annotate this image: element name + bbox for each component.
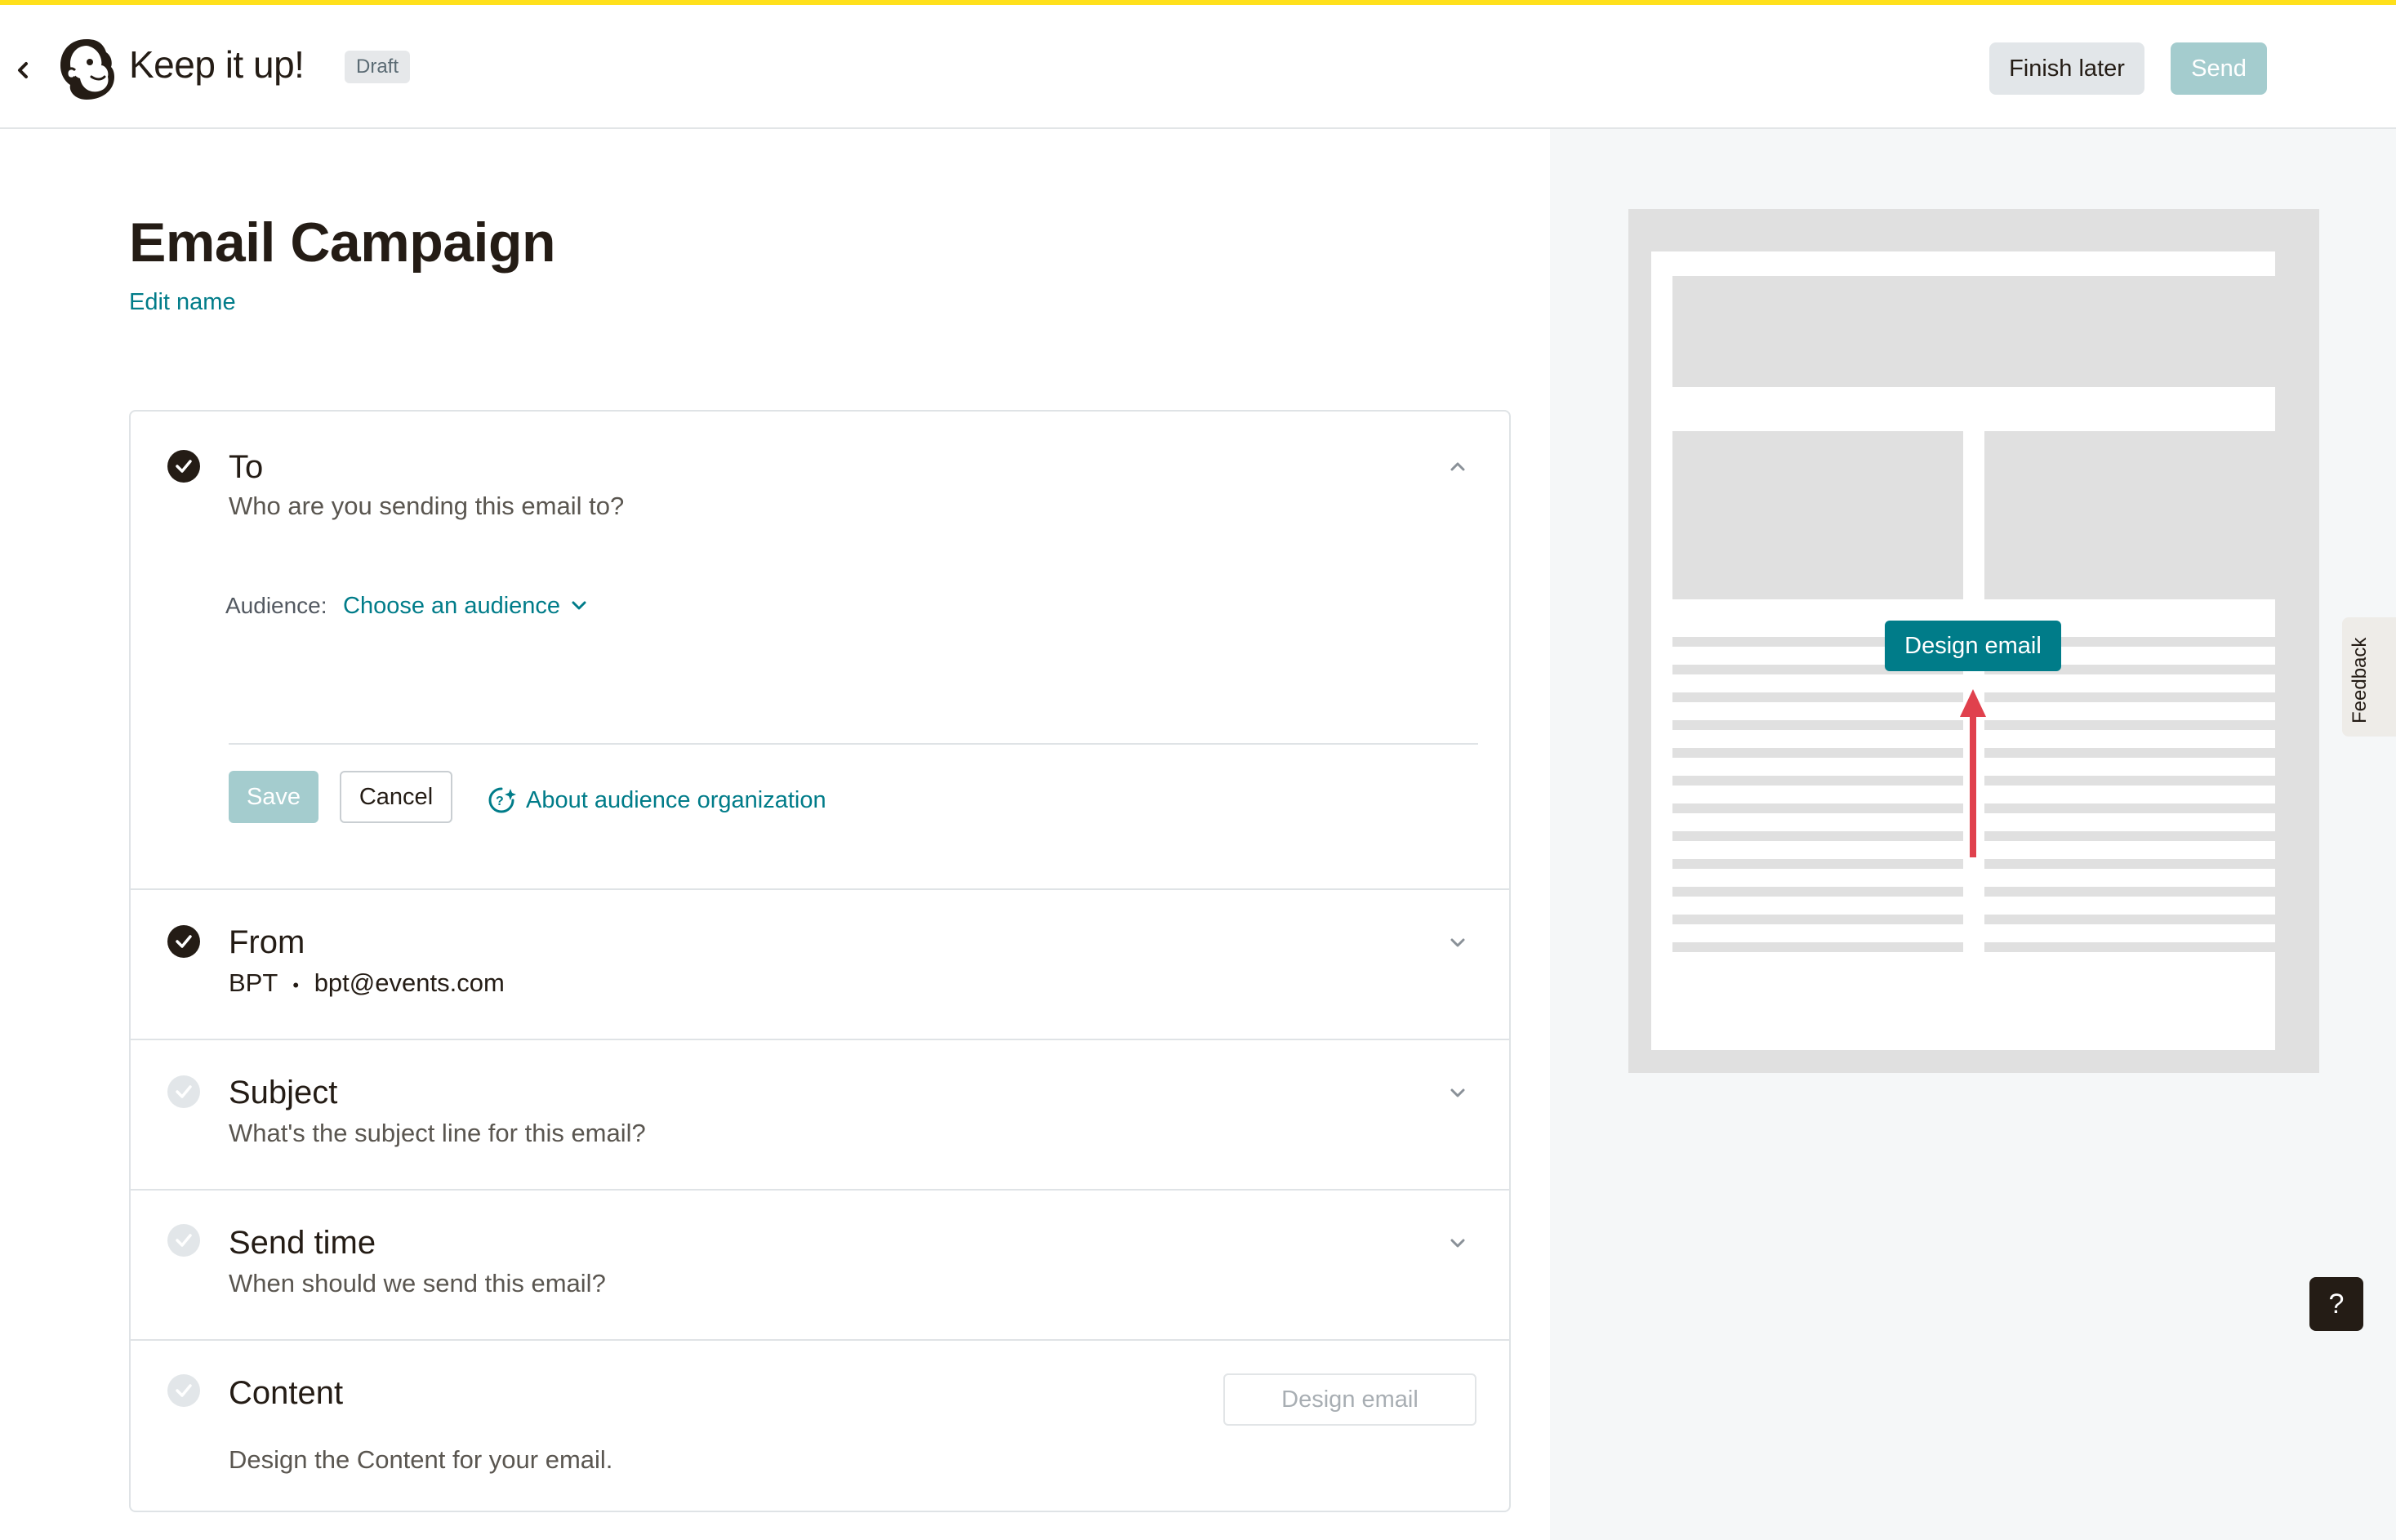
checklist-section-content: Content Design the Content for your emai…	[131, 1341, 1509, 1512]
send-button[interactable]: Send	[2171, 42, 2267, 95]
section-subtitle-subject: What's the subject line for this email?	[229, 1119, 646, 1147]
checklist-section-send-time[interactable]: Send time When should we send this email…	[131, 1191, 1509, 1341]
mailchimp-logo	[60, 39, 114, 100]
from-email: bpt@events.com	[314, 968, 505, 997]
svg-text:?: ?	[496, 794, 504, 808]
section-title-from: From	[229, 924, 305, 960]
preview-text-line	[1672, 887, 1963, 897]
chevron-up-icon[interactable]	[1447, 459, 1468, 474]
preview-text-line	[1984, 720, 2275, 730]
preview-text-line	[1984, 859, 2275, 869]
preview-text-line	[1984, 887, 2275, 897]
check-circle-icon	[167, 450, 200, 483]
preview-text-line	[1984, 692, 2275, 702]
preview-text-line	[1984, 831, 2275, 841]
edit-name-link[interactable]: Edit name	[129, 289, 236, 316]
audience-label: Audience:	[225, 593, 327, 618]
check-circle-icon	[167, 1374, 200, 1407]
feedback-tab[interactable]: Feedback	[2342, 617, 2396, 737]
chevron-left-icon[interactable]	[11, 56, 34, 85]
section-title-send-time: Send time	[229, 1225, 376, 1261]
question-sparkle-icon[interactable]: ?	[487, 786, 518, 815]
page-title: Email Campaign	[129, 211, 556, 274]
checklist-section-from[interactable]: From BPT • bpt@events.com	[131, 890, 1509, 1040]
check-circle-icon	[167, 1224, 200, 1257]
about-audience-link[interactable]: About audience organization	[526, 787, 826, 814]
chevron-down-icon[interactable]	[1447, 1236, 1468, 1251]
campaign-checklist: To Who are you sending this email to? Au…	[129, 410, 1511, 1512]
from-name: BPT	[229, 968, 278, 997]
cancel-button[interactable]: Cancel	[340, 771, 452, 823]
save-button[interactable]: Save	[229, 771, 318, 823]
preview-text-line	[1672, 692, 1963, 702]
section-subtitle-send-time: When should we send this email?	[229, 1269, 606, 1297]
divider	[229, 743, 1478, 745]
preview-text-line	[1672, 803, 1963, 813]
check-circle-icon	[167, 1075, 200, 1108]
section-title-subject: Subject	[229, 1075, 338, 1110]
design-email-button[interactable]: Design email	[1223, 1373, 1476, 1426]
preview-text-line	[1984, 748, 2275, 758]
app-title: Keep it up!	[129, 43, 305, 86]
preview-design-email-button[interactable]: Design email	[1885, 621, 2061, 671]
preview-image-block-right	[1984, 431, 2275, 599]
checklist-section-to: To Who are you sending this email to? Au…	[131, 412, 1509, 890]
preview-text-line	[1672, 859, 1963, 869]
top-bar: Keep it up! Draft Finish later Send	[0, 0, 2396, 129]
from-details: BPT • bpt@events.com	[229, 968, 505, 998]
preview-text-line	[1984, 942, 2275, 952]
preview-text-line	[1984, 803, 2275, 813]
separator-dot: •	[292, 975, 300, 995]
preview-text-line	[1672, 915, 1963, 924]
preview-header-block	[1672, 276, 2275, 387]
chevron-down-icon[interactable]	[570, 599, 588, 612]
section-subtitle-to: Who are you sending this email to?	[229, 492, 625, 520]
feedback-label: Feedback	[2349, 637, 2371, 723]
help-button[interactable]: ?	[2309, 1277, 2363, 1331]
preview-text-line	[1672, 776, 1963, 786]
preview-text-line	[1984, 776, 2275, 786]
chevron-down-icon[interactable]	[1447, 1086, 1468, 1101]
finish-later-button[interactable]: Finish later	[1989, 42, 2144, 95]
preview-text-line	[1672, 720, 1963, 730]
preview-image-block-left	[1672, 431, 1963, 599]
status-badge: Draft	[345, 51, 411, 83]
section-title-to: To	[229, 449, 264, 485]
preview-text-line	[1672, 831, 1963, 841]
preview-text-line	[1672, 748, 1963, 758]
audience-dropdown[interactable]: Choose an audience	[343, 593, 560, 620]
arrow-up-annotation-icon	[1960, 689, 1986, 857]
preview-text-line	[1672, 942, 1963, 952]
chevron-down-icon[interactable]	[1447, 936, 1468, 950]
check-circle-icon	[167, 925, 200, 958]
section-title-content: Content	[229, 1375, 344, 1411]
checklist-section-subject[interactable]: Subject What's the subject line for this…	[131, 1040, 1509, 1191]
preview-text-line	[1984, 915, 2275, 924]
section-subtitle-content: Design the Content for your email.	[229, 1445, 613, 1474]
